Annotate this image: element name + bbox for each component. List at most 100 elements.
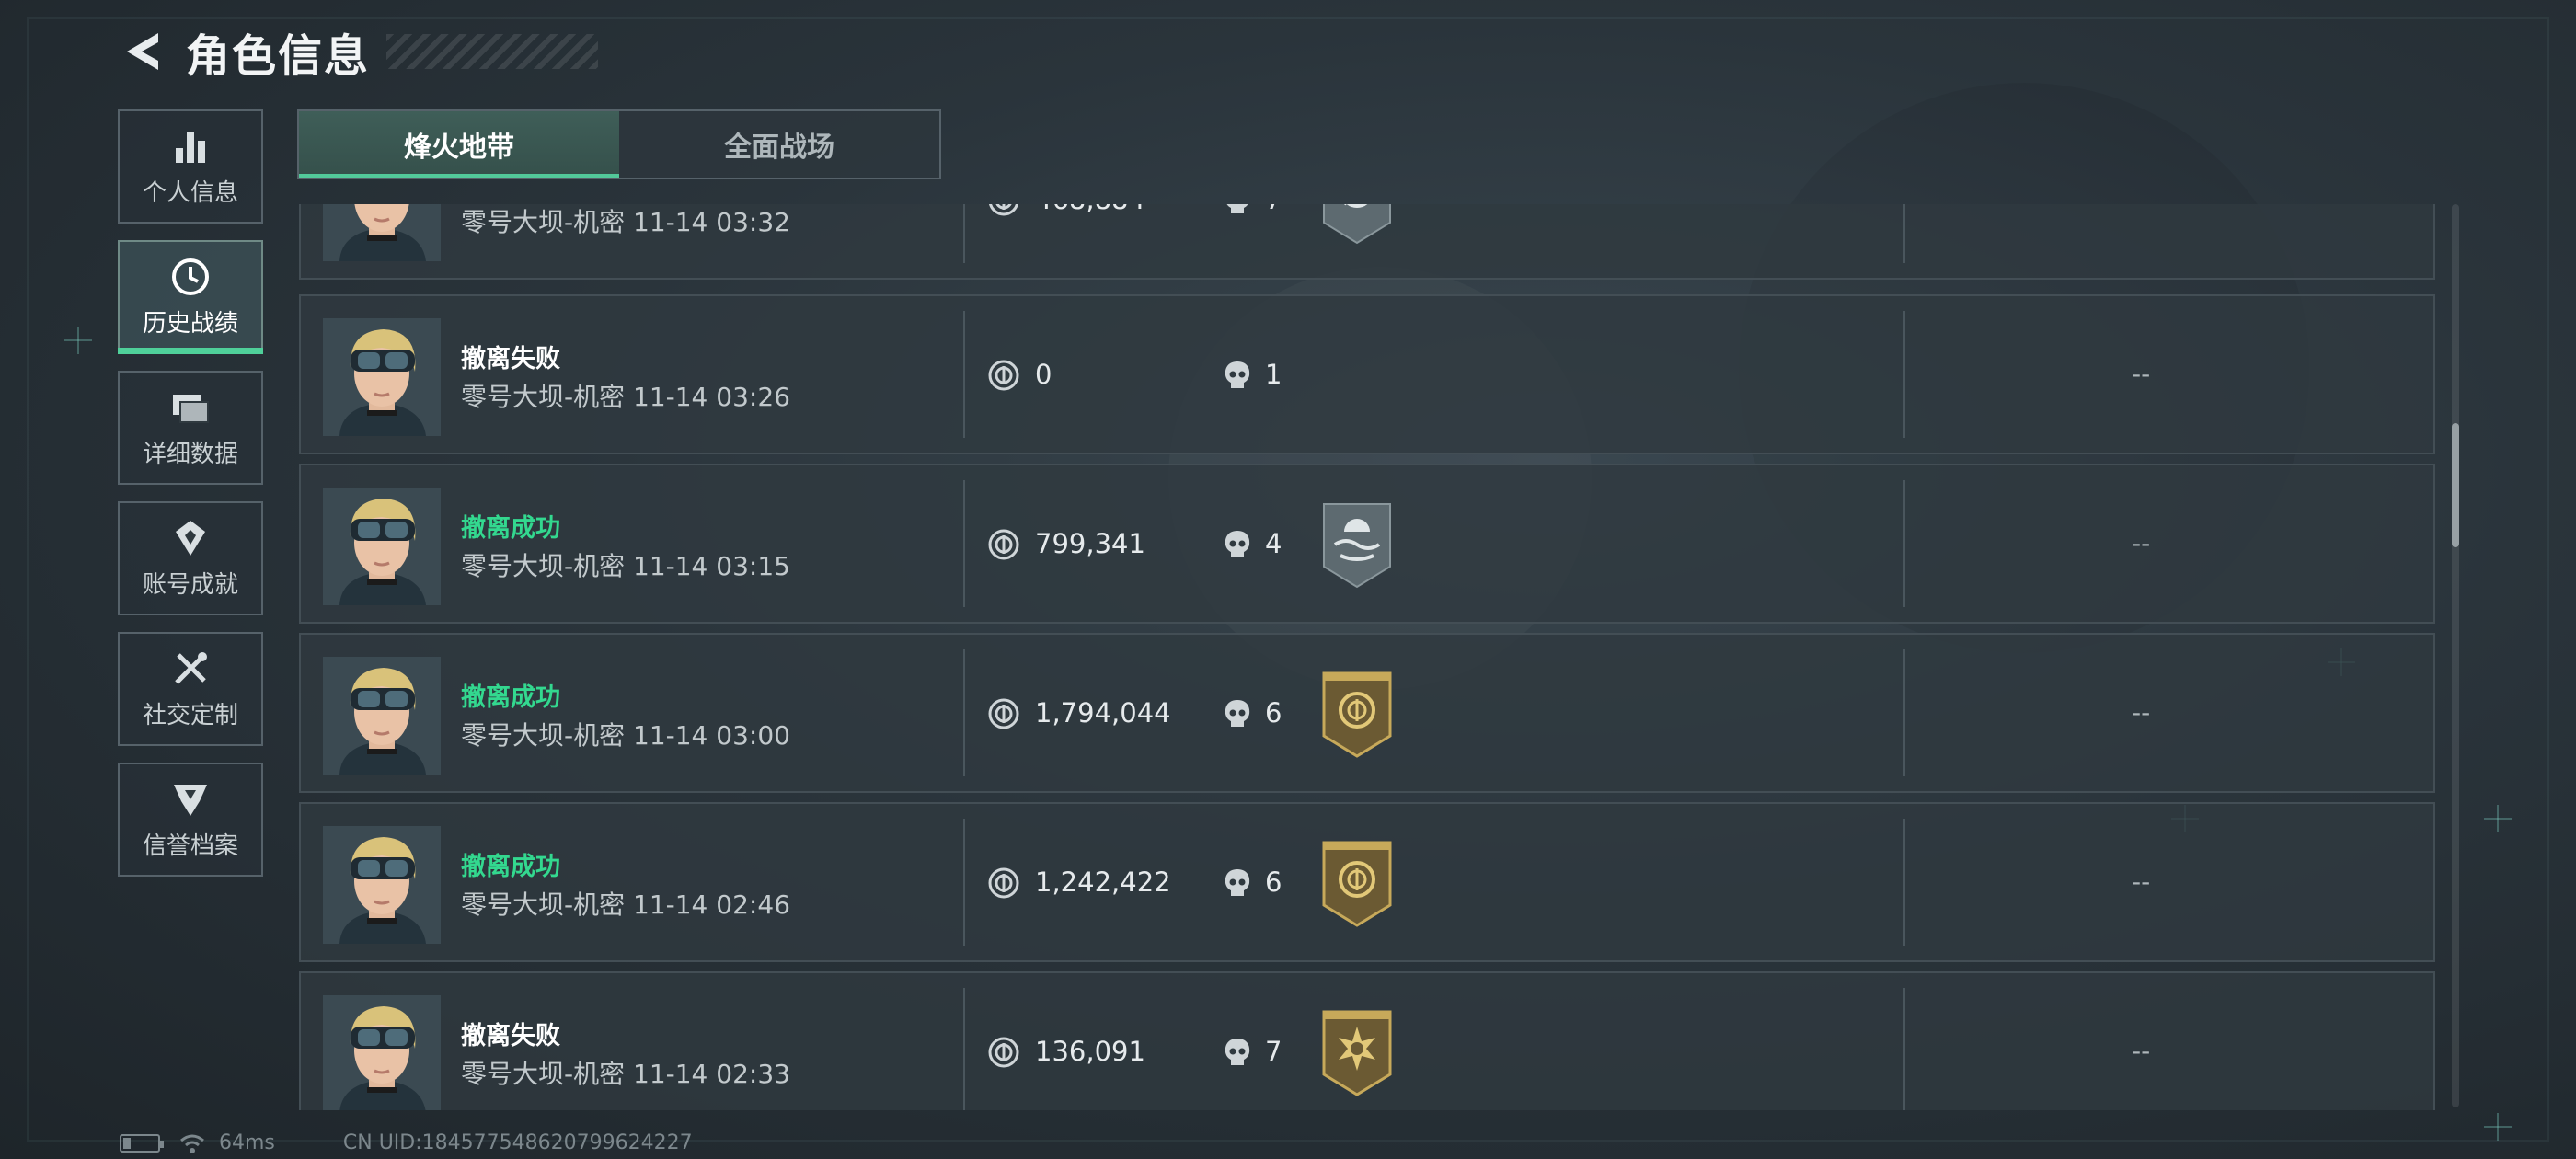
sidebar-item-social[interactable]: 社交定制 (118, 632, 263, 746)
operator-avatar (323, 995, 441, 1110)
extra-stat: -- (2132, 697, 2151, 728)
column-divider (963, 649, 965, 776)
extracted-value: 468,884 (1035, 204, 1145, 215)
operator-avatar (323, 488, 441, 605)
sidebar-item-label: 账号成就 (142, 570, 238, 599)
map-and-time: 零号大坝-机密 11-14 03:00 (461, 720, 790, 751)
grey-wave-badge-icon (1320, 502, 1394, 589)
match-record-row[interactable]: 零号大坝-机密 11-14 03:32 468,884 7 -- (299, 204, 2435, 280)
column-divider (1903, 204, 1905, 263)
match-history-list: 零号大坝-机密 11-14 03:32 468,884 7 -- 撤离失败 零号… (299, 204, 2438, 1110)
gold-sun-badge-icon (1320, 1010, 1394, 1096)
skull-icon (1221, 1036, 1254, 1069)
status-bar: 64ms CN UID:1845775486207996242​27 (120, 1131, 693, 1154)
column-divider (1903, 480, 1905, 607)
extra-stat: -- (2132, 528, 2151, 558)
tools-icon (170, 648, 211, 689)
extra-stat: -- (2132, 359, 2151, 389)
column-divider (1903, 819, 1905, 946)
skull-icon (1221, 697, 1254, 730)
operator-avatar (323, 826, 441, 944)
tab-warzone[interactable]: 烽火地带 (299, 111, 619, 178)
map-and-time: 零号大坝-机密 11-14 03:15 (461, 551, 790, 581)
column-divider (963, 204, 965, 263)
sidebar-item-history[interactable]: 历史战绩 (118, 240, 263, 354)
extra-stat: -- (2132, 204, 2150, 214)
kill-count: 7 (1265, 204, 1282, 215)
kill-count: 6 (1265, 697, 1282, 729)
extracted-value: 1,794,044 (1035, 697, 1171, 729)
history-clock-icon (170, 257, 211, 297)
page-header: 角色信息 (118, 22, 599, 82)
column-divider (1903, 311, 1905, 438)
column-divider (963, 311, 965, 438)
battery-icon (120, 1133, 164, 1153)
match-record-row[interactable]: 撤离成功 零号大坝-机密 11-14 03:15 799,341 4 -- (299, 464, 2435, 624)
page-title: 角色信息 (186, 30, 371, 82)
map-and-time: 零号大坝-机密 11-14 02:46 (461, 889, 790, 920)
reputation-icon (170, 779, 211, 820)
wifi-icon (180, 1134, 204, 1153)
list-scrollbar[interactable] (2452, 204, 2459, 1107)
back-button[interactable] (118, 27, 167, 76)
scrollbar-thumb[interactable] (2452, 423, 2459, 547)
currency-icon (987, 866, 1020, 900)
title-decoration (386, 34, 599, 69)
sidebar-nav: 个人信息 历史战绩 详细数据 账号成就 社交定制 信誉档案 (118, 109, 265, 893)
currency-icon (987, 528, 1020, 561)
mode-tabs: 烽火地带 全面战场 (297, 109, 941, 179)
extracted-value: 136,091 (1035, 1036, 1145, 1067)
kill-count: 4 (1265, 528, 1282, 559)
extra-stat: -- (2132, 1036, 2151, 1066)
extraction-status: 撤离失败 (461, 1022, 560, 1050)
skull-icon (1221, 866, 1254, 900)
extraction-status: 撤离成功 (461, 853, 560, 881)
cards-icon (170, 387, 211, 428)
currency-icon (987, 1036, 1020, 1069)
extraction-status: 撤离成功 (461, 683, 560, 712)
match-record-row[interactable]: 撤离成功 零号大坝-机密 11-14 03:00 1,794,044 6 -- (299, 633, 2435, 793)
kill-count: 1 (1265, 359, 1282, 390)
map-and-time: 零号大坝-机密 11-14 03:26 (461, 382, 790, 412)
extracted-value: 0 (1035, 359, 1052, 390)
match-record-row[interactable]: 撤离失败 零号大坝-机密 11-14 03:26 0 1 -- (299, 294, 2435, 454)
gold-coin-badge-icon (1320, 671, 1394, 758)
sidebar-item-label: 历史战绩 (142, 309, 238, 338)
extraction-status: 撤离成功 (461, 514, 560, 543)
operator-avatar (323, 204, 441, 261)
uid-text: CN UID:1845775486207996242​27 (342, 1131, 693, 1154)
operator-avatar (323, 657, 441, 775)
sidebar-item-personal-info[interactable]: 个人信息 (118, 109, 263, 224)
column-divider (1903, 988, 1905, 1110)
match-record-row[interactable]: 撤离失败 零号大坝-机密 11-14 02:33 136,091 7 -- (299, 971, 2435, 1110)
sidebar-item-detail-data[interactable]: 详细数据 (118, 371, 263, 485)
extracted-value: 799,341 (1035, 528, 1145, 559)
sidebar-item-label: 详细数据 (142, 440, 238, 468)
extracted-value: 1,242,422 (1035, 866, 1171, 898)
currency-icon (987, 204, 1020, 217)
bar-chart-icon (170, 126, 211, 166)
column-divider (1903, 649, 1905, 776)
ping-text: 64ms (219, 1131, 275, 1154)
match-record-row[interactable]: 撤离成功 零号大坝-机密 11-14 02:46 1,242,422 6 -- (299, 802, 2435, 962)
grey-cross-badge-icon (1320, 204, 1394, 245)
skull-icon (1221, 528, 1254, 561)
sidebar-item-achievements[interactable]: 账号成就 (118, 501, 263, 615)
back-arrow-icon (127, 33, 158, 70)
sidebar-item-label: 社交定制 (142, 701, 238, 729)
map-and-time: 零号大坝-机密 11-14 03:32 (461, 207, 790, 237)
column-divider (963, 480, 965, 607)
sidebar-item-label: 个人信息 (142, 178, 238, 207)
sidebar-item-label: 信誉档案 (142, 832, 238, 860)
currency-icon (987, 697, 1020, 730)
kill-count: 6 (1265, 866, 1282, 898)
skull-icon (1221, 359, 1254, 392)
map-and-time: 零号大坝-机密 11-14 02:33 (461, 1059, 790, 1089)
tab-battlefield[interactable]: 全面战场 (619, 111, 939, 178)
sidebar-item-reputation[interactable]: 信誉档案 (118, 763, 263, 877)
extra-stat: -- (2132, 866, 2151, 897)
achievement-icon (170, 518, 211, 558)
column-divider (963, 819, 965, 946)
operator-avatar (323, 318, 441, 436)
column-divider (963, 988, 965, 1110)
